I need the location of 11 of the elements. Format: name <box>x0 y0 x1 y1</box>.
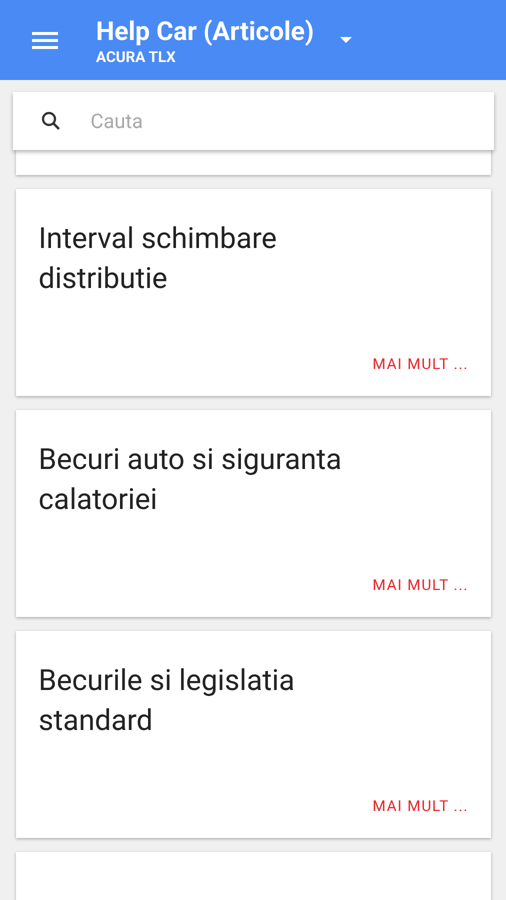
article-title: Becuri auto si siguranta calatoriei <box>38 442 343 519</box>
app-title: Help Car (Articole) <box>96 16 314 48</box>
menu-icon[interactable] <box>32 30 58 50</box>
article-title: Interval schimbare distributie <box>38 221 278 298</box>
search-field[interactable]: Cauta <box>12 92 494 150</box>
app-subtitle: ACURA TLX <box>96 48 177 66</box>
caret-icon[interactable] <box>340 37 352 43</box>
article-title: Becurile si legislatia standard <box>38 663 296 740</box>
more-link[interactable]: MAI MULT ... <box>372 355 468 373</box>
more-link[interactable]: MAI MULT ... <box>372 576 468 594</box>
more-link[interactable]: MAI MULT ... <box>372 797 468 815</box>
